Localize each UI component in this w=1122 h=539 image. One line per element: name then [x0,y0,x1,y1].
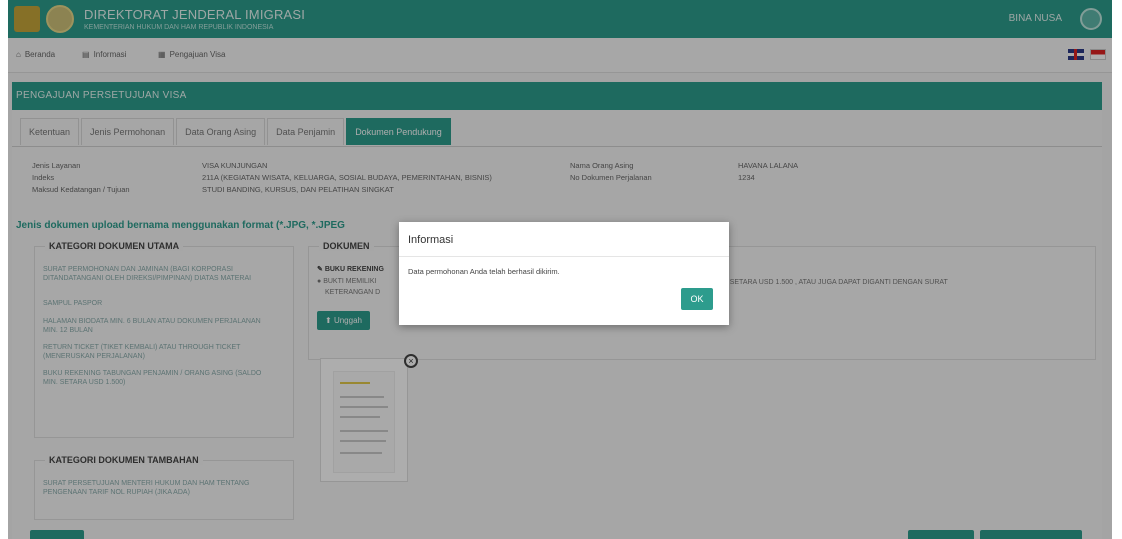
info-modal: Informasi Data permohonan Anda telah ber… [399,222,729,325]
modal-message: Data permohonan Anda telah berhasil diki… [408,267,560,276]
modal-title: Informasi [408,234,454,246]
app-frame: DIREKTORAT JENDERAL IMIGRASI KEMENTERIAN… [8,0,1112,539]
modal-divider [399,256,729,257]
ok-button[interactable]: OK [681,288,713,310]
